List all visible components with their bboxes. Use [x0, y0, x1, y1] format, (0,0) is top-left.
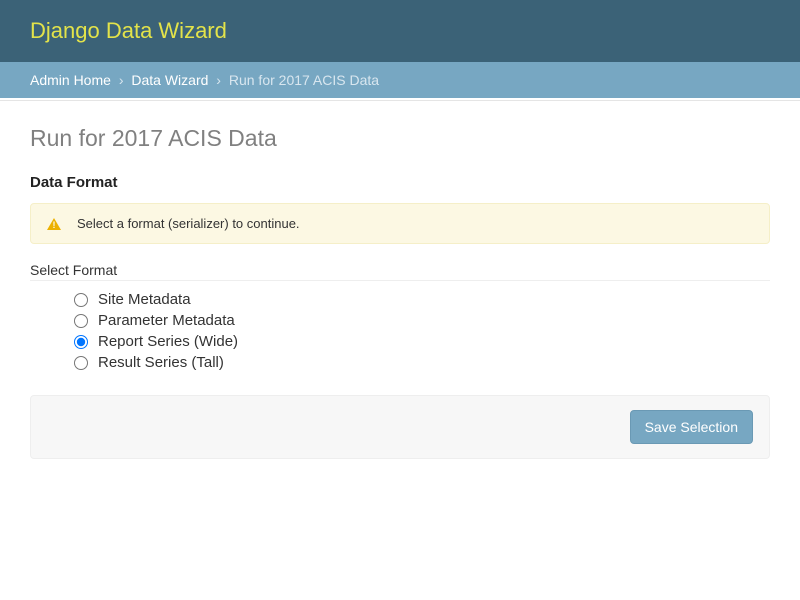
format-option-label: Parameter Metadata — [98, 312, 235, 329]
alert-text: Select a format (serializer) to continue… — [77, 216, 300, 231]
button-bar: Save Selection — [30, 395, 770, 459]
breadcrumb-separator: › — [119, 72, 124, 88]
format-field-label: Select Format — [30, 262, 770, 278]
section-title: Data Format — [30, 174, 770, 191]
field-rule — [30, 280, 770, 281]
topbar: Django Data Wizard — [0, 0, 800, 62]
format-radio-input[interactable] — [74, 314, 88, 328]
page-title: Run for 2017 ACIS Data — [30, 125, 770, 152]
breadcrumb-separator: › — [216, 72, 221, 88]
format-option-report-series-wide[interactable]: Report Series (Wide) — [74, 331, 770, 352]
breadcrumb-current: Run for 2017 ACIS Data — [229, 72, 379, 88]
format-option-label: Result Series (Tall) — [98, 354, 224, 371]
format-radio-input[interactable] — [74, 293, 88, 307]
alert-warning: Select a format (serializer) to continue… — [30, 203, 770, 244]
format-option-label: Report Series (Wide) — [98, 333, 238, 350]
save-selection-button[interactable]: Save Selection — [630, 410, 753, 444]
format-option-site-metadata[interactable]: Site Metadata — [74, 289, 770, 310]
breadcrumb-data-wizard[interactable]: Data Wizard — [131, 72, 208, 88]
format-option-result-series-tall[interactable]: Result Series (Tall) — [74, 352, 770, 373]
breadcrumb-admin-home[interactable]: Admin Home — [30, 72, 111, 88]
format-radio-group: Site Metadata Parameter Metadata Report … — [30, 289, 770, 373]
content: Run for 2017 ACIS Data Data Format Selec… — [0, 101, 800, 483]
format-option-label: Site Metadata — [98, 291, 191, 308]
breadcrumb: Admin Home › Data Wizard › Run for 2017 … — [0, 62, 800, 98]
format-option-parameter-metadata[interactable]: Parameter Metadata — [74, 310, 770, 331]
brand-title: Django Data Wizard — [30, 18, 227, 43]
format-radio-input[interactable] — [74, 335, 88, 349]
format-radio-input[interactable] — [74, 356, 88, 370]
warning-triangle-icon — [47, 218, 61, 230]
